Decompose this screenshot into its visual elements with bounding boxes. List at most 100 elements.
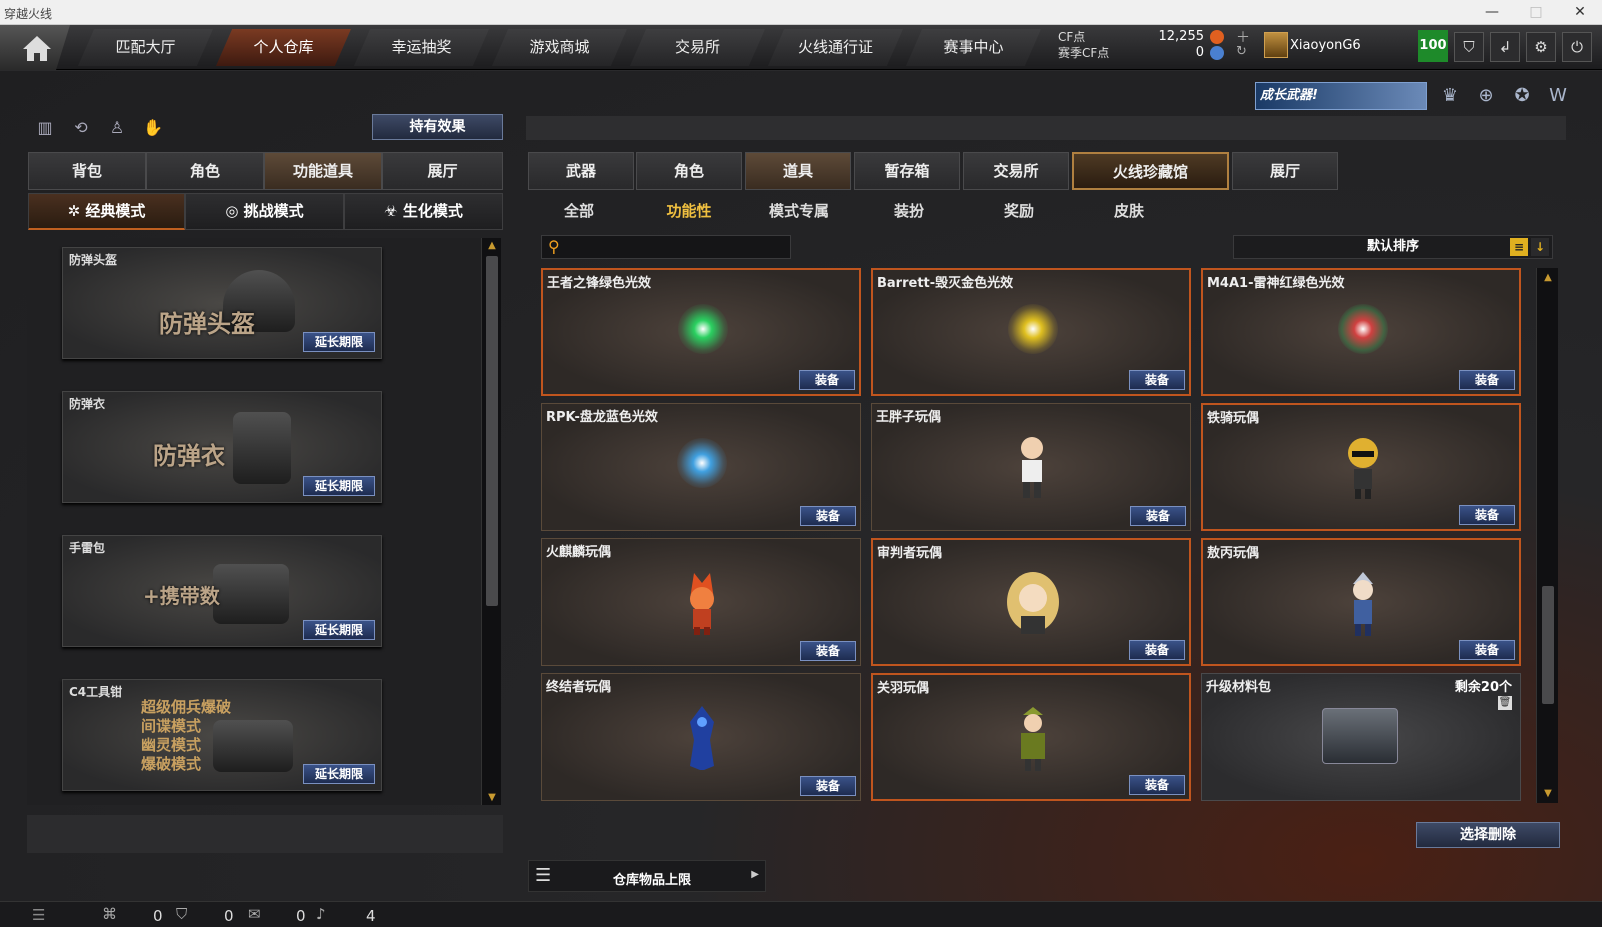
return-icon[interactable]: ↲ <box>1490 32 1520 62</box>
scroll-down-icon[interactable]: ▼ <box>482 792 502 803</box>
sort-arrow-icon[interactable]: ↓ <box>1531 238 1549 256</box>
right-tab-weapons[interactable]: 武器 <box>528 152 634 190</box>
right-scroll-thumb[interactable] <box>1542 586 1554 704</box>
card-guanyu-doll[interactable]: 关羽玩偶 装备 <box>871 673 1191 801</box>
classic-mode-icon: ✲ <box>67 202 86 220</box>
mode-classic[interactable]: ✲ 经典模式 <box>28 193 185 230</box>
menu-icon[interactable]: ☰ <box>32 906 45 924</box>
right-scrollbar[interactable]: ▲ ▼ <box>1536 268 1558 803</box>
nav-tab-warehouse[interactable]: 个人仓库 <box>216 29 351 66</box>
gear-icon[interactable]: ⚙ <box>1526 32 1556 62</box>
person-icon[interactable]: ♙ <box>104 115 130 141</box>
equip-button[interactable]: 装备 <box>1130 506 1186 526</box>
hold-effect-button[interactable]: 持有效果 <box>372 114 503 140</box>
search-input[interactable]: ⚲ <box>541 235 791 259</box>
extend-button-grenade[interactable]: 延长期限 <box>303 620 375 640</box>
right-tab-storage[interactable]: 暂存箱 <box>854 152 960 190</box>
right-tab-roles[interactable]: 角色 <box>636 152 742 190</box>
subtab-reward[interactable]: 奖励 <box>974 200 1064 222</box>
chat-icon[interactable]: ✉ <box>248 905 261 923</box>
subtab-outfit[interactable]: 装扮 <box>864 200 954 222</box>
close-icon[interactable]: ✕ <box>1558 0 1602 25</box>
mode-challenge[interactable]: ◎ 挑战模式 <box>185 193 344 230</box>
equip-button[interactable]: 装备 <box>1459 505 1515 525</box>
item-helmet[interactable]: 防弹头盔 防弹头盔 延长期限 <box>62 247 382 359</box>
equip-button[interactable]: 装备 <box>800 506 856 526</box>
nav-tab-match-lobby[interactable]: 匹配大厅 <box>78 29 213 66</box>
trash-icon[interactable]: 🗑 <box>1498 696 1512 710</box>
extend-button-helmet[interactable]: 延长期限 <box>303 332 375 352</box>
home-button[interactable] <box>0 25 70 70</box>
subtab-skin[interactable]: 皮肤 <box>1084 200 1174 222</box>
subtab-mode-exclusive[interactable]: 模式专属 <box>754 200 844 222</box>
nav-tab-exchange[interactable]: 交易所 <box>630 29 765 66</box>
card-aobing-doll[interactable]: 敖丙玩偶 装备 <box>1201 538 1521 666</box>
card-shenpanzhe-doll[interactable]: 审判者玩偶 装备 <box>871 538 1191 666</box>
right-tab-hall[interactable]: 展厅 <box>1232 152 1338 190</box>
scroll-up-icon[interactable]: ▲ <box>1537 272 1559 283</box>
equip-button[interactable]: 装备 <box>799 370 855 390</box>
sort-dropdown[interactable]: 默认排序 ≡ ↓ <box>1233 235 1553 259</box>
left-tab-bag[interactable]: 背包 <box>28 152 146 190</box>
card-rpk-blue[interactable]: RPK-盘龙蓝色光效 装备 <box>541 403 861 531</box>
power-icon[interactable]: ⏻ <box>1562 32 1592 62</box>
equip-button[interactable]: 装备 <box>800 641 856 661</box>
left-scrollbar[interactable]: ▲ ▼ <box>481 238 501 805</box>
mode-zombie[interactable]: ☣ 生化模式 <box>344 193 503 230</box>
chevron-right-icon[interactable]: ▶ <box>751 869 759 880</box>
minimize-icon[interactable]: — <box>1470 0 1514 25</box>
nav-tab-events[interactable]: 赛事中心 <box>906 29 1041 66</box>
shield-small-icon[interactable]: ⛉ <box>176 905 187 923</box>
left-scroll-thumb[interactable] <box>486 256 498 606</box>
subtab-all[interactable]: 全部 <box>534 200 624 222</box>
glove-icon[interactable]: ✋ <box>140 115 166 141</box>
nav-tab-shop[interactable]: 游戏商城 <box>492 29 627 66</box>
equip-button[interactable]: 装备 <box>800 776 856 796</box>
rank-icon[interactable]: ♛ <box>1436 82 1464 110</box>
equip-button[interactable]: 装备 <box>1129 640 1185 660</box>
username[interactable]: XiaoyonG6 <box>1290 38 1361 53</box>
card-m4a1-red-green[interactable]: M4A1-雷神红绿色光效 装备 <box>1201 268 1521 396</box>
growth-weapon-banner[interactable]: 成长武器! <box>1255 82 1427 110</box>
scroll-down-icon[interactable]: ▼ <box>1537 788 1559 799</box>
equip-button[interactable]: 装备 <box>1459 640 1515 660</box>
extend-button-vest[interactable]: 延长期限 <box>303 476 375 496</box>
card-upgrade-material[interactable]: 升级材料包 剩余20个 🗑 <box>1201 673 1521 801</box>
wings-icon[interactable]: W <box>1544 82 1572 110</box>
item-c4-pliers[interactable]: C4工具钳 超级佣兵爆破 间谍模式 幽灵模式 爆破模式 延长期限 <box>62 679 382 791</box>
select-delete-button[interactable]: 选择删除 <box>1416 822 1560 848</box>
right-tab-items[interactable]: 道具 <box>745 152 851 190</box>
item-grenade-pack[interactable]: 手雷包 +携带数 延长期限 <box>62 535 382 647</box>
storage-limit-bar[interactable]: ☰ 仓库物品上限 ▶ <box>528 860 766 892</box>
list-icon[interactable]: ≡ <box>1510 238 1528 256</box>
star-badge-icon[interactable]: ✪ <box>1508 82 1536 110</box>
card-barrett-gold[interactable]: Barrett-毁灭金色光效 装备 <box>871 268 1191 396</box>
item-vest[interactable]: 防弹衣 防弹衣 延长期限 <box>62 391 382 503</box>
left-tab-functional[interactable]: 功能道具 <box>264 152 382 190</box>
stats-icon[interactable]: ▥ <box>32 115 58 141</box>
nav-tab-pass[interactable]: 火线通行证 <box>768 29 903 66</box>
globe-icon[interactable]: ⊕ <box>1472 82 1500 110</box>
subtab-functional[interactable]: 功能性 <box>644 200 734 222</box>
right-tab-collection[interactable]: 火线珍藏馆 <box>1072 152 1229 190</box>
left-tab-hall[interactable]: 展厅 <box>382 152 503 190</box>
history-icon[interactable]: ⟲ <box>68 115 94 141</box>
refresh-icon[interactable]: ↻ <box>1236 44 1247 59</box>
binoculars-icon[interactable]: ⌘ <box>102 905 117 923</box>
card-huoqilin-doll[interactable]: 火麒麟玩偶 装备 <box>541 538 861 666</box>
extend-button-c4[interactable]: 延长期限 <box>303 764 375 784</box>
left-tab-role[interactable]: 角色 <box>146 152 264 190</box>
right-tab-exchange[interactable]: 交易所 <box>963 152 1069 190</box>
equip-button[interactable]: 装备 <box>1459 370 1515 390</box>
equip-button[interactable]: 装备 <box>1129 775 1185 795</box>
card-wangpangzi-doll[interactable]: 王胖子玩偶 装备 <box>871 403 1191 531</box>
shield-icon[interactable]: ⛉ <box>1454 32 1484 62</box>
card-zhongjiezhe-doll[interactable]: 终结者玩偶 装备 <box>541 673 861 801</box>
equip-button[interactable]: 装备 <box>1129 370 1185 390</box>
speaker-icon[interactable]: ♪ <box>316 905 326 923</box>
card-wangzhe-green[interactable]: 王者之锋绿色光效 装备 <box>541 268 861 396</box>
maximize-icon[interactable]: □ <box>1514 0 1558 25</box>
scroll-up-icon[interactable]: ▲ <box>482 240 502 251</box>
nav-tab-lottery[interactable]: 幸运抽奖 <box>354 29 489 66</box>
card-tieqi-doll[interactable]: 铁骑玩偶 装备 <box>1201 403 1521 531</box>
